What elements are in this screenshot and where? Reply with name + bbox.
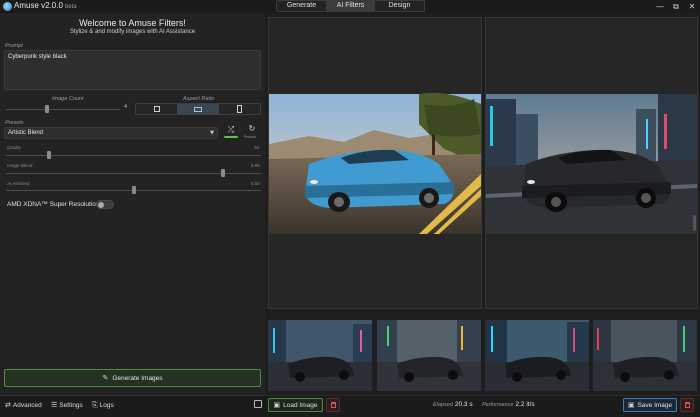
thumbnail-3[interactable] [485, 320, 589, 391]
square-icon [153, 106, 160, 112]
advanced-button[interactable]: ⇄ Advanced [5, 401, 42, 409]
delete-output-button[interactable] [680, 398, 694, 412]
ai-assisted-slider-thumb[interactable] [131, 186, 136, 194]
image-blend-value: 0.85 [251, 163, 260, 168]
window-controls: — ⧉ ✕ [652, 0, 700, 13]
presets-label: Presets [5, 120, 24, 126]
performance-stat: Performance 2.2 it/s [482, 401, 535, 408]
performance-value: 2.2 it/s [515, 401, 535, 408]
prompt-label: Prompt [5, 43, 23, 49]
welcome-subtitle: Stylize & and modify images with AI Assi… [69, 29, 196, 35]
generate-images-label: Generate Images [112, 374, 163, 382]
image-count-slider-thumb[interactable] [44, 105, 49, 113]
prompt-value: Cyberpunk style black [8, 54, 67, 60]
quality-label: Quality [7, 145, 22, 150]
load-image-label: Load Image [283, 401, 318, 409]
bottom-bar: ⇄ Advanced ☰ Settings ⎘ Logs ▣ Load Imag… [0, 395, 700, 417]
quality-slider[interactable] [6, 155, 261, 156]
toggle-knob [98, 202, 104, 208]
thumbnail-1[interactable] [268, 320, 372, 391]
refresh-label: Presets [244, 135, 256, 139]
thumbnail-image-1 [268, 320, 372, 391]
image-count-value: 4 [124, 104, 128, 110]
version-tag: beta [64, 4, 77, 10]
aspect-portrait-button[interactable] [218, 104, 260, 114]
welcome-heading: Welcome to Amuse Filters! [79, 18, 186, 28]
settings-panel: Welcome to Amuse Filters! Stylize & and … [0, 13, 265, 395]
save-icon: ▣ [627, 401, 635, 409]
settings-sliders-icon: ☰ [51, 401, 58, 409]
app-logo-icon [3, 2, 12, 11]
logs-label: Logs [99, 402, 114, 409]
tab-design[interactable]: Design [375, 1, 424, 11]
thumbnail-2[interactable] [377, 320, 481, 391]
save-image-label: Save Image [637, 401, 673, 409]
shuffle-active-indicator [224, 136, 238, 138]
thumbnail-image-4 [593, 320, 697, 391]
app-title-text: Amuse v2.0.0 [14, 1, 63, 10]
quality-slider-thumb[interactable] [47, 151, 52, 159]
collapse-panel-icon[interactable] [254, 400, 262, 408]
shuffle-icon[interactable]: ⤮ [224, 125, 238, 135]
thumbnail-image-3 [485, 320, 589, 391]
landscape-icon [193, 106, 202, 112]
generate-images-button[interactable]: ✎ Generate Images [4, 369, 261, 387]
image-blend-label: Image Blend [7, 163, 33, 168]
settings-button[interactable]: ☰ Settings [51, 401, 83, 409]
aspect-landscape-button[interactable] [177, 104, 219, 114]
elapsed-label: Elapsed [433, 402, 453, 408]
super-resolution-label: AMD XDNA™ Super Resolution [7, 201, 100, 208]
chevron-down-icon: ▼ [210, 130, 214, 136]
title-bar: Amuse v2.0.0 beta Generate AI Filters Des… [0, 0, 700, 13]
thumbnail-4[interactable] [593, 320, 697, 391]
quality-value: 30 [254, 145, 260, 150]
trash-icon [684, 402, 690, 408]
refresh-icon[interactable]: ↻ [246, 124, 258, 134]
restore-button[interactable]: ⧉ [668, 0, 684, 13]
load-image-button[interactable]: ▣ Load Image [268, 398, 323, 412]
tab-ai-filters[interactable]: AI Filters [326, 1, 375, 11]
output-image [486, 94, 697, 234]
output-image-panel[interactable] [485, 17, 698, 309]
magic-wand-icon: ✎ [102, 374, 109, 382]
thumbnail-image-2 [377, 320, 481, 391]
advanced-label: Advanced [12, 401, 42, 409]
app-title: Amuse v2.0.0 beta [14, 1, 77, 10]
clear-input-button[interactable] [326, 398, 340, 412]
logs-button[interactable]: ⎘ Logs [92, 401, 114, 410]
settings-label: Settings [59, 401, 83, 409]
performance-label: Performance [482, 402, 514, 408]
scrollbar-thumb[interactable] [693, 215, 696, 231]
image-count-slider[interactable] [6, 109, 120, 110]
advanced-icon: ⇄ [5, 401, 11, 409]
aspect-ratio-selector [135, 103, 261, 115]
image-icon: ▣ [273, 401, 281, 409]
aspect-square-button[interactable] [136, 104, 178, 114]
tab-generate[interactable]: Generate [277, 1, 326, 11]
super-resolution-toggle[interactable] [96, 200, 114, 209]
ai-assisted-label: AI Assisted [7, 181, 30, 186]
prompt-input[interactable]: Cyberpunk style black [4, 50, 261, 90]
image-count-label: Image Count [52, 96, 84, 102]
close-button[interactable]: ✕ [684, 0, 700, 13]
image-blend-slider-thumb[interactable] [220, 169, 225, 177]
aspect-ratio-label: Aspect Ratio [183, 96, 215, 102]
preset-value: Artistic Blend [8, 130, 44, 136]
ai-assisted-value: 0.50 [251, 181, 260, 186]
logs-icon: ⎘ [92, 401, 98, 409]
preset-select[interactable]: Artistic Blend ▼ [4, 127, 218, 139]
mode-tabs: Generate AI Filters Design [276, 0, 425, 12]
portrait-icon [236, 105, 242, 113]
input-image [269, 92, 481, 234]
trash-icon [330, 402, 336, 408]
elapsed-stat: Elapsed 20.3 s [433, 401, 473, 408]
result-thumbnails [268, 320, 698, 392]
elapsed-value: 20.3 s [454, 401, 473, 408]
save-image-button[interactable]: ▣ Save Image [623, 398, 677, 412]
input-image-panel[interactable] [268, 17, 482, 309]
minimize-button[interactable]: — [652, 0, 668, 13]
